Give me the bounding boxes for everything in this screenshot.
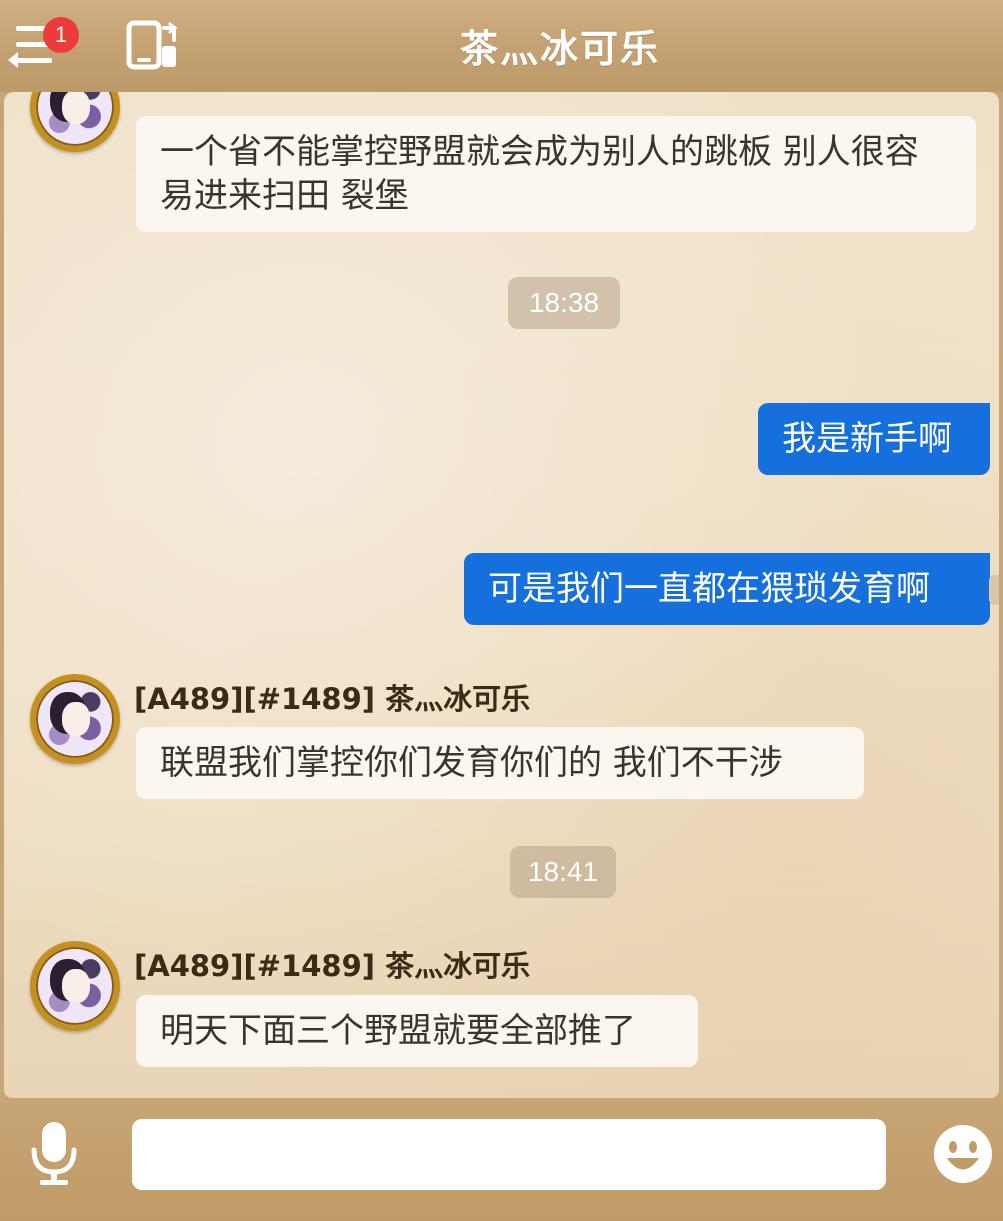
sender-name: [A489][#1489] 茶灬冰可乐 [134,949,531,983]
smiley-face-icon[interactable] [932,1123,994,1185]
message-input[interactable] [132,1119,886,1190]
incoming-message-bubble[interactable]: 明天下面三个野盟就要全部推了 [136,995,698,1067]
incoming-message-bubble[interactable]: 一个省不能掌控野盟就会成为别人的跳板 别人很容易进来扫田 裂堡 [136,116,976,232]
avatar[interactable] [30,92,120,152]
microphone-icon[interactable] [24,1118,84,1188]
avatar[interactable] [30,674,120,764]
chat-title: 茶灬冰可乐 [459,27,660,71]
incoming-message-bubble[interactable]: 联盟我们掌控你们发育你们的 我们不干涉 [136,727,864,799]
avatar-portrait [62,969,90,1003]
avatar-portrait [62,702,90,736]
outgoing-message-bubble[interactable]: 我是新手啊 [758,403,990,475]
avatar-portrait [62,92,90,124]
chat-message-list[interactable]: 一个省不能掌控野盟就会成为别人的跳板 别人很容易进来扫田 裂堡 18:38 我是… [4,92,999,1098]
outgoing-message-bubble[interactable]: 可是我们一直都在猥琐发育啊 [464,553,990,625]
avatar[interactable] [30,941,120,1031]
composer-bar [0,1098,1003,1221]
sender-name: [A489][#1489] 茶灬冰可乐 [134,682,531,716]
scroll-edge-marker [989,575,999,605]
phone-switch-icon[interactable] [126,20,178,70]
notification-badge: 1 [43,17,79,53]
message-timestamp: 18:41 [510,846,616,898]
message-timestamp: 18:38 [508,277,620,329]
top-bar: 1 茶灬冰可乐 [0,0,1003,92]
